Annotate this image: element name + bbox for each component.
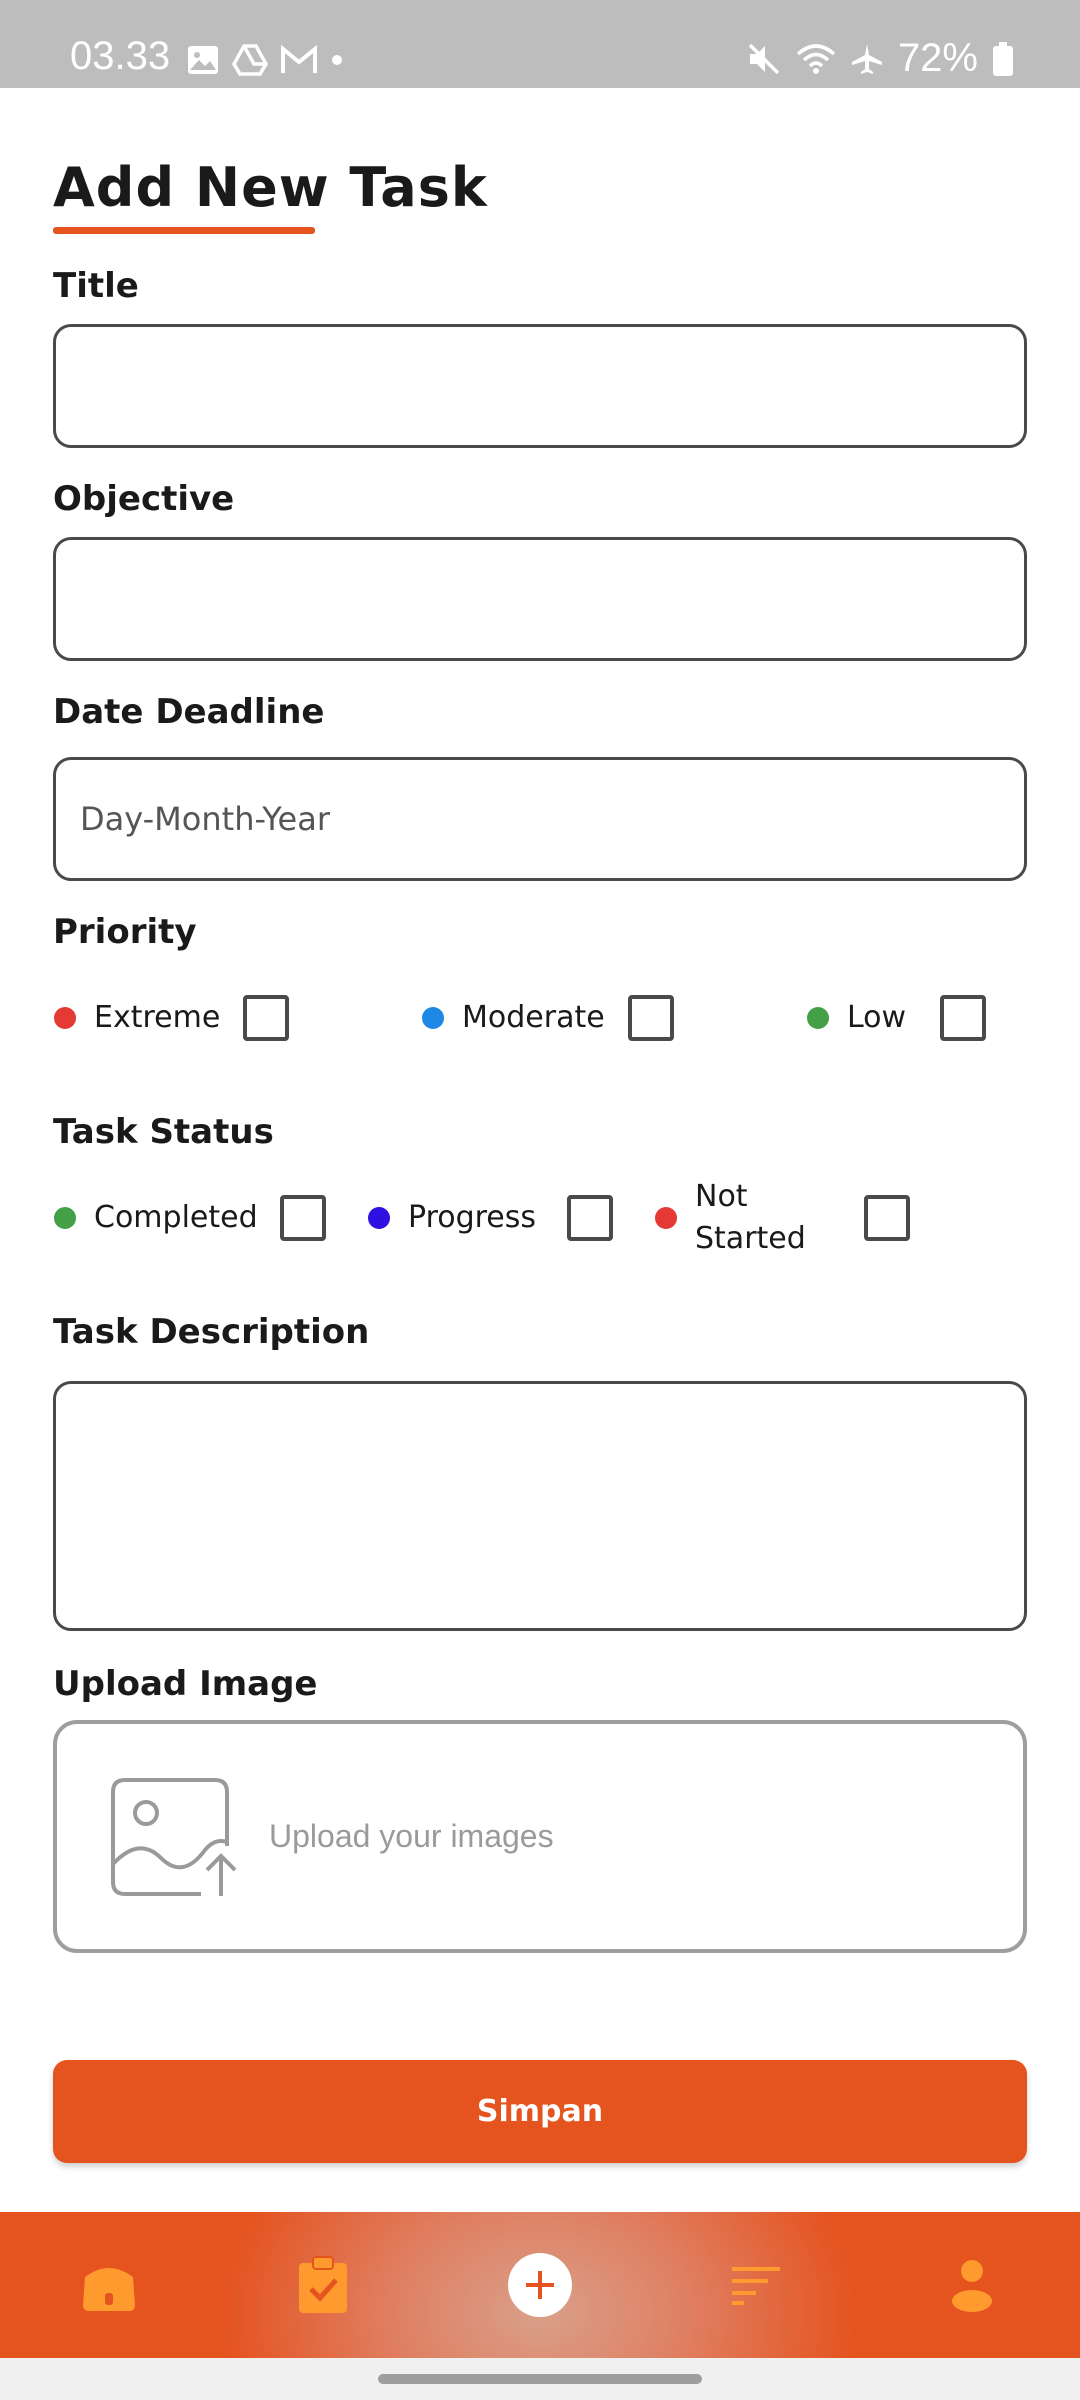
deadline-input[interactable] (56, 760, 1024, 878)
system-status: 72% (746, 36, 1014, 81)
task-description-label: Task Description (53, 1312, 370, 1352)
upload-placeholder: Upload your images (269, 1818, 554, 1854)
battery-icon (993, 41, 1013, 76)
nav-filter[interactable] (701, 2212, 811, 2358)
deadline-label: Date Deadline (53, 692, 325, 732)
priority-low-option: Low (807, 988, 906, 1048)
image-upload-icon (111, 1778, 237, 1896)
progress-dot (368, 1207, 390, 1229)
status-bar: 03.33 72% (0, 0, 1080, 88)
objective-field[interactable] (53, 537, 1027, 661)
status-completed-label: Completed (94, 1200, 258, 1235)
status-not-started-option: Not Started (655, 1179, 806, 1256)
priority-moderate-option: Moderate (422, 988, 605, 1048)
profile-icon (952, 2260, 992, 2312)
notification-icons (186, 44, 344, 76)
nav-profile[interactable] (917, 2212, 1027, 2358)
status-completed-checkbox[interactable] (280, 1195, 326, 1241)
task-description-field[interactable] (53, 1381, 1027, 1631)
priority-low-label: Low (847, 1000, 907, 1035)
status-progress-checkbox[interactable] (567, 1195, 613, 1241)
completed-dot (54, 1207, 76, 1229)
add-icon (508, 2253, 572, 2317)
task-status-label: Task Status (53, 1112, 274, 1152)
upload-image-label: Upload Image (53, 1664, 318, 1704)
status-progress-label: Progress (408, 1200, 537, 1235)
clipboard-check-icon (299, 2256, 347, 2313)
bottom-navigation (0, 2212, 1080, 2358)
home-icon (83, 2268, 135, 2311)
title-field[interactable] (53, 324, 1027, 448)
upload-image-area[interactable]: Upload your images (53, 1720, 1027, 1953)
battery-percentage: 72% (897, 36, 978, 80)
title-underline (53, 227, 315, 234)
priority-extreme-checkbox[interactable] (243, 995, 289, 1041)
status-completed-option: Completed (54, 1188, 258, 1248)
gesture-handle[interactable] (378, 2374, 702, 2384)
filter-icon (732, 2267, 780, 2305)
save-button[interactable]: Simpan (53, 2060, 1027, 2163)
gmail-icon (281, 45, 317, 73)
title-label: Title (53, 266, 139, 306)
low-dot (807, 1007, 829, 1029)
title-input[interactable] (56, 327, 1024, 445)
wifi-icon (796, 43, 836, 74)
mute-icon (748, 43, 780, 74)
not-started-dot (655, 1207, 677, 1229)
priority-low-checkbox[interactable] (940, 995, 986, 1041)
airplane-mode-icon (851, 43, 882, 74)
status-not-started-checkbox[interactable] (864, 1195, 910, 1241)
nav-home[interactable] (54, 2212, 164, 2358)
moderate-dot (422, 1007, 444, 1029)
priority-moderate-label: Moderate (462, 1000, 605, 1035)
priority-extreme-label: Extreme (94, 1000, 221, 1035)
priority-label: Priority (53, 912, 197, 952)
priority-moderate-checkbox[interactable] (628, 995, 674, 1041)
priority-options: Extreme Moderate Low (0, 988, 1080, 1048)
page-title: Add New Task (53, 156, 488, 219)
status-time: 03.33 (70, 34, 171, 78)
objective-label: Objective (53, 479, 235, 519)
gallery-icon (188, 46, 218, 74)
extreme-dot (54, 1007, 76, 1029)
nav-tasks[interactable] (268, 2212, 378, 2358)
drive-icon (232, 44, 268, 76)
objective-input[interactable] (56, 540, 1024, 658)
deadline-field[interactable] (53, 757, 1027, 881)
status-progress-option: Progress (368, 1188, 536, 1248)
nav-add-task[interactable] (485, 2212, 595, 2358)
status-options: Completed Progress Not Started (0, 1179, 1080, 1256)
more-notifications-dot-icon (332, 55, 342, 65)
priority-extreme-option: Extreme (54, 988, 220, 1048)
status-not-started-label: Not Started (695, 1179, 806, 1256)
gesture-area (0, 2358, 1080, 2400)
